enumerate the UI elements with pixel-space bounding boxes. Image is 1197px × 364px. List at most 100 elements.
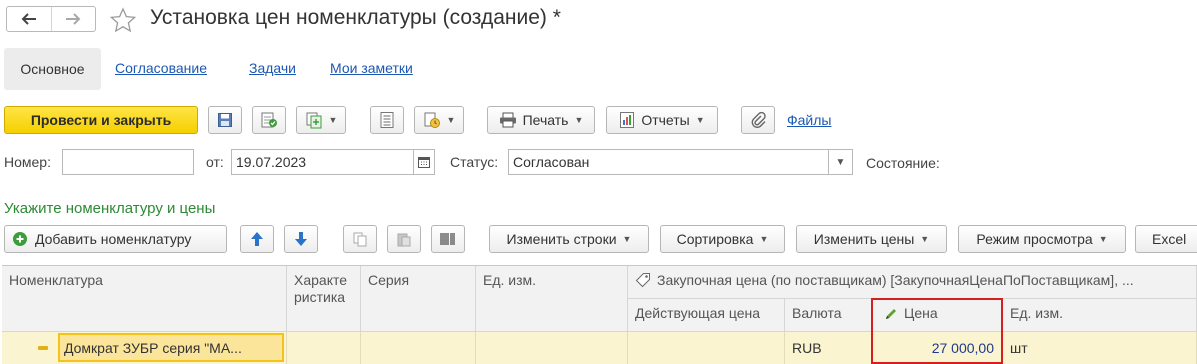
post-button[interactable]: [252, 106, 286, 134]
add-nomenclature-label: Добавить номенклатуру: [35, 231, 192, 247]
change-prices-label: Изменить цены: [813, 231, 915, 247]
header-price-group-label: Закупочная цена (по поставщикам) [Закупо…: [657, 272, 1134, 288]
post-document-icon: [261, 112, 277, 128]
create-based-on-icon: [306, 112, 322, 129]
view-mode-label: Режим просмотра: [976, 231, 1093, 247]
paperclip-icon: [751, 111, 766, 128]
header-currency[interactable]: Валюта: [785, 299, 872, 332]
favorite-button[interactable]: [109, 7, 137, 36]
move-up-button[interactable]: [240, 225, 274, 253]
cell-price[interactable]: 27 000,00: [872, 332, 1003, 364]
excel-label: Excel: [1152, 231, 1187, 247]
cell-series[interactable]: [361, 332, 476, 364]
create-based-on-button[interactable]: ▼: [296, 106, 346, 134]
cell-characteristic[interactable]: [287, 332, 361, 364]
copy-rows-button[interactable]: [343, 225, 377, 253]
cell-currency[interactable]: RUB: [785, 332, 872, 364]
floppy-disk-icon: [218, 113, 232, 127]
tab-tasks[interactable]: Задачи: [249, 60, 296, 76]
status-dropdown-button[interactable]: ▼: [828, 149, 853, 175]
tab-main[interactable]: Основное: [4, 48, 101, 90]
print-button[interactable]: Печать ▼: [487, 106, 595, 134]
sort-label: Сортировка: [676, 231, 754, 247]
chevron-down-icon: ▼: [328, 115, 338, 125]
sort-button[interactable]: Сортировка ▼: [660, 225, 785, 253]
pencil-icon: [886, 309, 896, 319]
list-document-icon: [380, 112, 394, 128]
row-marker-icon: [38, 346, 48, 350]
save-button[interactable]: [208, 106, 242, 134]
header-nomenclature[interactable]: Номенклатура: [2, 266, 287, 332]
view-mode-button[interactable]: Режим просмотра ▼: [958, 225, 1126, 253]
tab-approval[interactable]: Согласование: [115, 60, 207, 76]
excel-button[interactable]: Excel: [1135, 225, 1197, 253]
status-select[interactable]: Согласован: [508, 149, 829, 175]
add-circle-icon: [13, 232, 27, 246]
print-label: Печать: [522, 112, 569, 128]
post-and-close-label: Провести и закрыть: [30, 112, 172, 128]
calendar-icon: [418, 157, 430, 168]
attach-files-button[interactable]: [741, 106, 775, 134]
reports-button[interactable]: Отчеты ▼: [606, 106, 718, 134]
tab-my-notes[interactable]: Мои заметки: [330, 60, 413, 76]
arrow-right-icon: [66, 13, 81, 25]
document-journal-button[interactable]: [370, 106, 404, 134]
section-title: Укажите номенклатуру и цены: [4, 200, 216, 217]
chevron-down-icon: ▼: [695, 115, 705, 125]
barcode-icon: [440, 233, 455, 245]
page-title: Установка цен номенклатуры (создание) *: [150, 6, 561, 29]
forward-button[interactable]: [50, 7, 96, 31]
chevron-down-icon: ▼: [574, 115, 584, 125]
chevron-down-icon: ▼: [446, 115, 456, 125]
calendar-button[interactable]: [413, 149, 435, 175]
reports-label: Отчеты: [641, 112, 690, 128]
price-tag-icon: [635, 273, 650, 288]
state-label: Состояние:: [866, 155, 940, 171]
related-documents-button[interactable]: ▼: [414, 106, 464, 134]
date-label: от:: [206, 154, 224, 170]
number-field[interactable]: [62, 149, 194, 175]
header-current-price[interactable]: Действующая цена: [628, 299, 785, 332]
cell-current-price[interactable]: [628, 332, 785, 364]
chevron-down-icon: ▼: [920, 234, 930, 244]
header-price-label: Цена: [904, 305, 938, 321]
header-series[interactable]: Серия: [361, 266, 476, 332]
change-rows-button[interactable]: Изменить строки ▼: [489, 225, 649, 253]
history-nav: [6, 6, 96, 32]
arrow-left-icon: [21, 13, 36, 25]
paste-icon: [397, 233, 411, 247]
chevron-down-icon: ▼: [1098, 234, 1108, 244]
add-nomenclature-button[interactable]: Добавить номенклатуру: [4, 225, 227, 253]
header-unit[interactable]: Ед. изм.: [476, 266, 628, 332]
nomenclature-table: Номенклатура Характеристика Серия Ед. из…: [2, 265, 1197, 364]
header-price-unit[interactable]: Ед. изм.: [1003, 299, 1197, 332]
copy-icon: [353, 232, 367, 247]
date-field[interactable]: 19.07.2023: [231, 149, 414, 175]
post-and-close-button[interactable]: Провести и закрыть: [4, 106, 198, 134]
star-icon: [109, 7, 137, 33]
number-label: Номер:: [4, 154, 51, 170]
files-link[interactable]: Файлы: [787, 112, 831, 128]
change-prices-button[interactable]: Изменить цены ▼: [796, 225, 947, 253]
header-price[interactable]: Цена: [872, 299, 1003, 332]
arrow-down-icon: [295, 232, 307, 246]
move-down-button[interactable]: [284, 225, 318, 253]
header-characteristic[interactable]: Характеристика: [287, 266, 361, 332]
change-rows-label: Изменить строки: [506, 231, 617, 247]
cell-nomenclature[interactable]: Домкрат ЗУБР серия "МА...: [2, 332, 287, 364]
status-label: Статус:: [450, 154, 499, 170]
chevron-down-icon: ▼: [835, 156, 846, 168]
cell-unit[interactable]: [476, 332, 628, 364]
back-button[interactable]: [7, 7, 51, 31]
arrow-up-icon: [251, 232, 263, 246]
cell-nomenclature-value[interactable]: Домкрат ЗУБР серия "МА...: [58, 333, 284, 362]
chevron-down-icon: ▼: [759, 234, 769, 244]
report-icon: [620, 112, 635, 128]
related-documents-icon: [424, 112, 440, 128]
paste-rows-button[interactable]: [387, 225, 421, 253]
header-price-group[interactable]: Закупочная цена (по поставщикам) [Закупо…: [628, 266, 1197, 299]
chevron-down-icon: ▼: [622, 234, 632, 244]
cell-price-unit[interactable]: шт: [1003, 332, 1197, 364]
printer-icon: [499, 112, 516, 128]
barcode-scan-button[interactable]: [431, 225, 465, 253]
